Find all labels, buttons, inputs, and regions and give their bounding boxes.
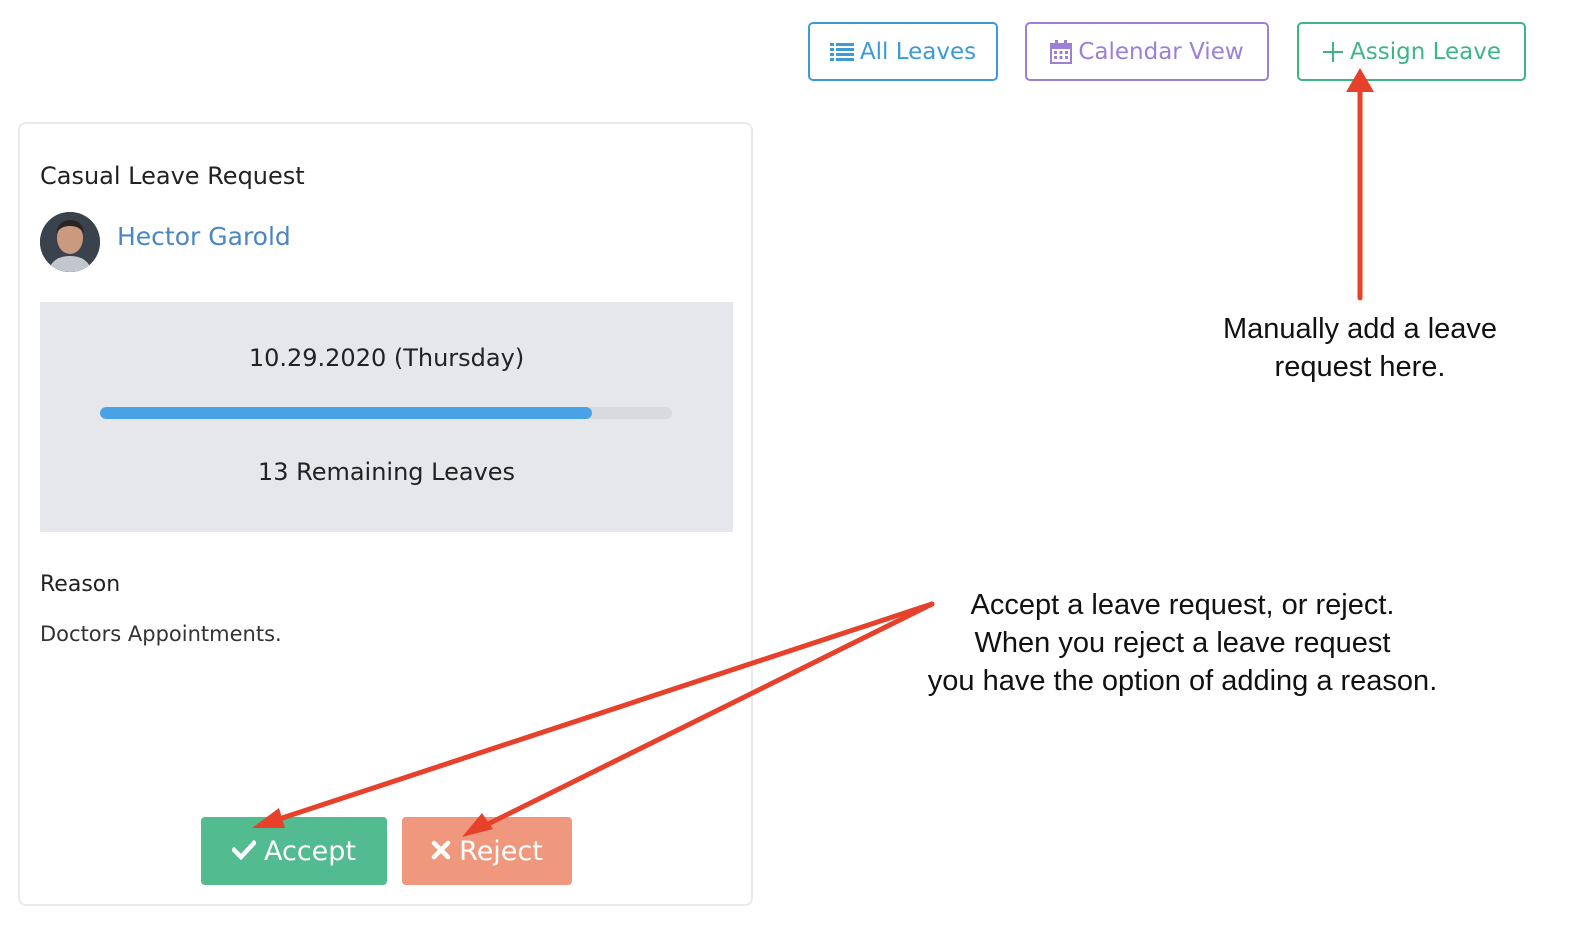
leave-request-card: Casual Leave Request Hector Garold 10.29… <box>18 122 753 906</box>
reject-button[interactable]: Reject <box>402 817 572 885</box>
annotation-line: you have the option of adding a reason. <box>927 665 1438 697</box>
leave-info-panel: 10.29.2020 (Thursday) 13 Remaining Leave… <box>40 302 733 532</box>
accept-button[interactable]: Accept <box>201 817 387 885</box>
calendar-view-button[interactable]: Calendar View <box>1025 22 1269 81</box>
avatar[interactable] <box>40 212 100 272</box>
card-title: Casual Leave Request <box>40 162 305 190</box>
accept-label: Accept <box>263 835 357 867</box>
leave-progress-fill <box>100 407 592 419</box>
accept-reject-annotation: Accept a leave request, or reject. When … <box>880 586 1485 700</box>
assign-leave-annotation: Manually add a leave request here. <box>1185 310 1535 386</box>
annotation-line: request here. <box>1274 351 1446 383</box>
leave-progress-bar <box>100 407 672 419</box>
leave-date: 10.29.2020 (Thursday) <box>248 344 525 372</box>
assign-leave-label: Assign Leave <box>1350 38 1501 65</box>
annotation-line: Accept a leave request, or reject. <box>970 589 1395 621</box>
annotation-line: When you reject a leave request <box>974 627 1391 659</box>
calendar-view-label: Calendar View <box>1078 38 1244 65</box>
reject-label: Reject <box>459 835 543 867</box>
all-leaves-button[interactable]: All Leaves <box>808 22 998 81</box>
plus-icon <box>1322 41 1344 63</box>
x-icon <box>431 836 451 867</box>
reason-text: Doctors Appointments. <box>40 622 282 646</box>
remaining-leaves: 13 Remaining Leaves <box>257 458 516 486</box>
check-icon <box>230 836 258 867</box>
reason-label: Reason <box>40 572 121 597</box>
annotation-line: Manually add a leave <box>1222 313 1498 345</box>
employee-name-link[interactable]: Hector Garold <box>117 222 291 251</box>
list-icon <box>829 42 854 62</box>
all-leaves-label: All Leaves <box>859 38 977 65</box>
assign-leave-button[interactable]: Assign Leave <box>1297 22 1526 81</box>
calendar-icon <box>1050 39 1073 64</box>
